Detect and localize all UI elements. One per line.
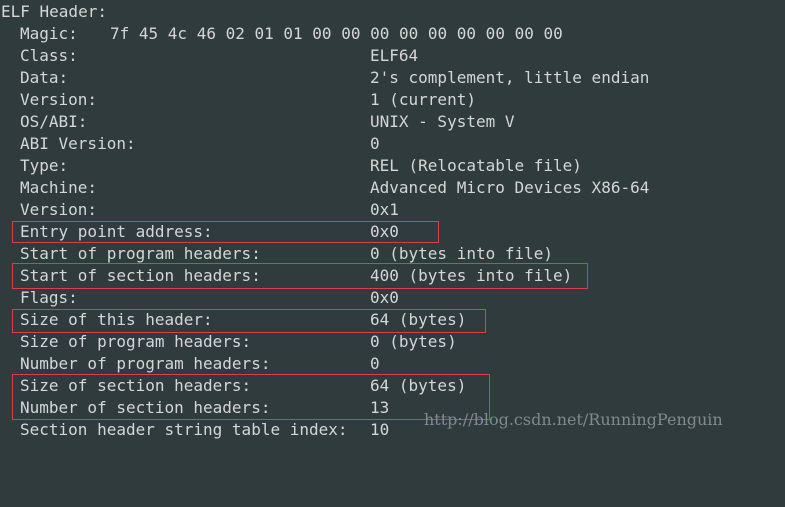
highlight-section-header-info (12, 374, 490, 420)
elf-header-title: ELF Header: (1, 2, 107, 21)
field-label: Machine: (20, 178, 98, 197)
field-label: Magic: (20, 24, 78, 43)
field-row: Size of program headers: 0 (bytes) (0, 331, 785, 353)
field-value: 0 (bytes into file) (370, 244, 554, 263)
field-label: OS/ABI: (20, 112, 88, 131)
highlight-section-headers-start (12, 263, 588, 289)
field-label: Start of program headers: (20, 244, 261, 263)
field-row: Version: 1 (current) (0, 89, 785, 111)
field-value: 2's complement, little endian (370, 68, 650, 87)
field-value: 0x1 (370, 200, 399, 219)
field-label: Number of program headers: (20, 354, 271, 373)
field-row: Class: ELF64 (0, 45, 785, 67)
field-label: Section header string table index: (20, 420, 348, 439)
blog-watermark: http://blog.csdn.net/RunningPenguin (424, 410, 723, 429)
field-row: Number of program headers: 0 (0, 353, 785, 375)
field-row: ABI Version: 0 (0, 133, 785, 155)
field-value: 7f 45 4c 46 02 01 01 00 00 00 00 00 00 0… (110, 24, 563, 43)
field-row: Start of program headers: 0 (bytes into … (0, 243, 785, 265)
field-value: ELF64 (370, 46, 419, 65)
field-label: ABI Version: (20, 134, 136, 153)
field-row: Machine: Advanced Micro Devices X86-64 (0, 177, 785, 199)
field-row: Type: REL (Relocatable file) (0, 155, 785, 177)
field-value: 1 (current) (370, 90, 476, 109)
terminal-output: ELF Header: Magic: 7f 45 4c 46 02 01 01 … (0, 0, 785, 440)
field-value: 10 (370, 420, 390, 439)
field-label: Version: (20, 200, 98, 219)
field-label: Class: (20, 46, 78, 65)
field-value: REL (Relocatable file) (370, 156, 582, 175)
highlight-header-size (12, 309, 486, 333)
field-value: Advanced Micro Devices X86-64 (370, 178, 650, 197)
field-row: Flags: 0x0 (0, 287, 785, 309)
magic-row: Magic: 7f 45 4c 46 02 01 01 00 00 00 00 … (0, 23, 785, 45)
field-row: Version: 0x1 (0, 199, 785, 221)
field-value: 0 (370, 134, 380, 153)
field-row: OS/ABI: UNIX - System V (0, 111, 785, 133)
highlight-entry-point (12, 221, 439, 243)
field-value: 0 (bytes) (370, 332, 457, 351)
field-row: Data: 2's complement, little endian (0, 67, 785, 89)
field-value: 0 (370, 354, 380, 373)
field-value: 0x0 (370, 288, 399, 307)
field-label: Data: (20, 68, 69, 87)
field-label: Version: (20, 90, 98, 109)
field-label: Type: (20, 156, 69, 175)
field-label: Flags: (20, 288, 78, 307)
field-label: Size of program headers: (20, 332, 252, 351)
field-value: UNIX - System V (370, 112, 515, 131)
